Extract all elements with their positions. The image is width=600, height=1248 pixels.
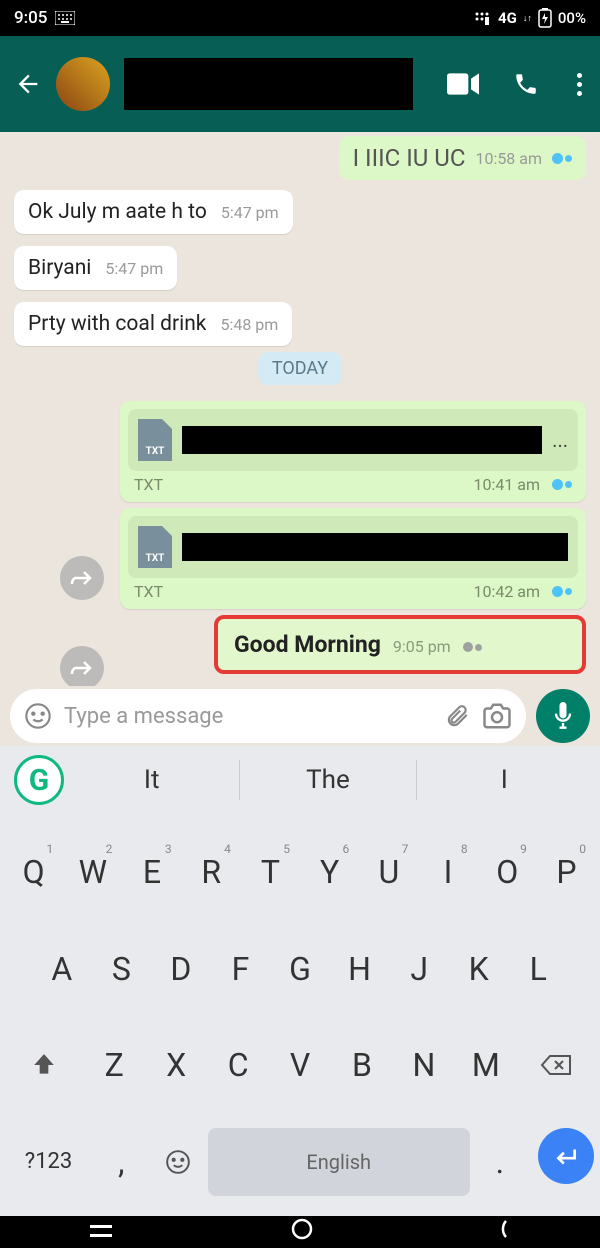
sent-status-icon: [463, 642, 482, 652]
suggestion[interactable]: I: [417, 760, 592, 800]
file-type-label: TXT: [134, 582, 163, 601]
more-options-icon[interactable]: [573, 69, 586, 100]
contact-avatar[interactable]: [56, 57, 110, 111]
emoji-icon[interactable]: [24, 702, 52, 730]
key-g[interactable]: G: [272, 935, 328, 1003]
comma-key[interactable]: ,: [95, 1128, 147, 1196]
key-e[interactable]: E3: [124, 838, 179, 906]
key-n[interactable]: N: [395, 1031, 453, 1099]
enter-key[interactable]: [538, 1128, 594, 1184]
android-nav-bar: [0, 1216, 600, 1248]
file-message-out[interactable]: TXT TXT 10:42 am: [120, 508, 586, 609]
keyboard-row-1: Q1W2E3R4T5Y6U7I8O9P0: [6, 838, 594, 906]
date-separator: TODAY: [258, 352, 342, 385]
key-m[interactable]: M: [457, 1031, 515, 1099]
keyboard-row-4: ?123 , English .: [6, 1128, 594, 1196]
file-name-redacted: [182, 426, 542, 454]
signal-icon: [474, 11, 492, 25]
message-input-row: Type a message: [0, 686, 600, 746]
emoji-key[interactable]: [151, 1128, 203, 1196]
chat-header: [0, 36, 600, 132]
suggestion[interactable]: It: [64, 760, 240, 800]
home-button[interactable]: [291, 1218, 313, 1246]
back-button[interactable]: [14, 70, 42, 98]
key-c[interactable]: C: [209, 1031, 267, 1099]
backspace-key[interactable]: [519, 1031, 594, 1099]
txt-file-icon: TXT: [138, 419, 172, 461]
key-y[interactable]: Y6: [302, 838, 357, 906]
key-l[interactable]: L: [511, 935, 567, 1003]
key-f[interactable]: F: [213, 935, 269, 1003]
file-name-redacted: [182, 533, 568, 561]
network-type: 4G: [498, 9, 517, 27]
message-out-partial[interactable]: I IIIC IU UC 10:58 am: [339, 136, 586, 180]
key-i[interactable]: I8: [420, 838, 475, 906]
key-z[interactable]: Z: [85, 1031, 143, 1099]
video-call-icon[interactable]: [447, 73, 479, 95]
recent-apps-button[interactable]: [90, 1220, 112, 1245]
on-screen-keyboard: G It The I Q1W2E3R4T5Y6U7I8O9P0 ASDFGHJK…: [0, 746, 600, 1216]
key-v[interactable]: V: [271, 1031, 329, 1099]
back-button[interactable]: [492, 1219, 510, 1245]
forward-icon[interactable]: [60, 646, 104, 686]
battery-icon: [538, 8, 552, 28]
highlighted-message[interactable]: Good Morning 9:05 pm: [214, 615, 586, 674]
grammarly-icon[interactable]: G: [14, 755, 64, 805]
key-j[interactable]: J: [391, 935, 447, 1003]
key-w[interactable]: W2: [65, 838, 120, 906]
forward-icon[interactable]: [60, 556, 104, 600]
key-o[interactable]: O9: [480, 838, 535, 906]
keyboard-row-3: ZXCVBNM: [6, 1031, 594, 1099]
key-a[interactable]: A: [34, 935, 90, 1003]
key-k[interactable]: K: [451, 935, 507, 1003]
shift-key[interactable]: [6, 1031, 81, 1099]
status-time: 9:05: [14, 8, 47, 28]
txt-file-icon: TXT: [138, 526, 172, 568]
chat-messages[interactable]: I IIIC IU UC 10:58 am Ok July m aate h t…: [0, 132, 600, 686]
message-in[interactable]: Biryani 5:47 pm: [14, 246, 177, 290]
mic-button[interactable]: [536, 689, 590, 743]
key-r[interactable]: R4: [184, 838, 239, 906]
attach-icon[interactable]: [444, 703, 470, 729]
input-placeholder: Type a message: [64, 704, 432, 729]
status-bar: 9:05 4G ↓↑ 00%: [0, 0, 600, 36]
key-u[interactable]: U7: [361, 838, 416, 906]
message-in[interactable]: Prty with coal drink 5:48 pm: [14, 302, 292, 346]
message-in[interactable]: Ok July m aate h to 5:47 pm: [14, 190, 293, 234]
keyboard-row-2: ASDFGHJKL: [6, 935, 594, 1003]
contact-name[interactable]: [124, 58, 413, 110]
call-icon[interactable]: [513, 71, 539, 97]
camera-icon[interactable]: [482, 703, 512, 729]
period-key[interactable]: .: [474, 1128, 526, 1196]
battery-pct: 00%: [558, 9, 586, 27]
keyboard-icon: [55, 11, 75, 25]
symbols-key[interactable]: ?123: [6, 1128, 91, 1196]
key-q[interactable]: Q1: [6, 838, 61, 906]
key-b[interactable]: B: [333, 1031, 391, 1099]
key-h[interactable]: H: [332, 935, 388, 1003]
key-s[interactable]: S: [94, 935, 150, 1003]
suggestion[interactable]: The: [240, 760, 416, 800]
spacebar[interactable]: English: [208, 1128, 470, 1196]
file-message-out[interactable]: TXT ... TXT 10:41 am: [120, 401, 586, 502]
key-p[interactable]: P0: [539, 838, 594, 906]
key-x[interactable]: X: [147, 1031, 205, 1099]
message-input[interactable]: Type a message: [10, 689, 526, 743]
key-t[interactable]: T5: [243, 838, 298, 906]
net-arrows: ↓↑: [523, 13, 532, 24]
key-d[interactable]: D: [153, 935, 209, 1003]
file-type-label: TXT: [134, 475, 163, 494]
